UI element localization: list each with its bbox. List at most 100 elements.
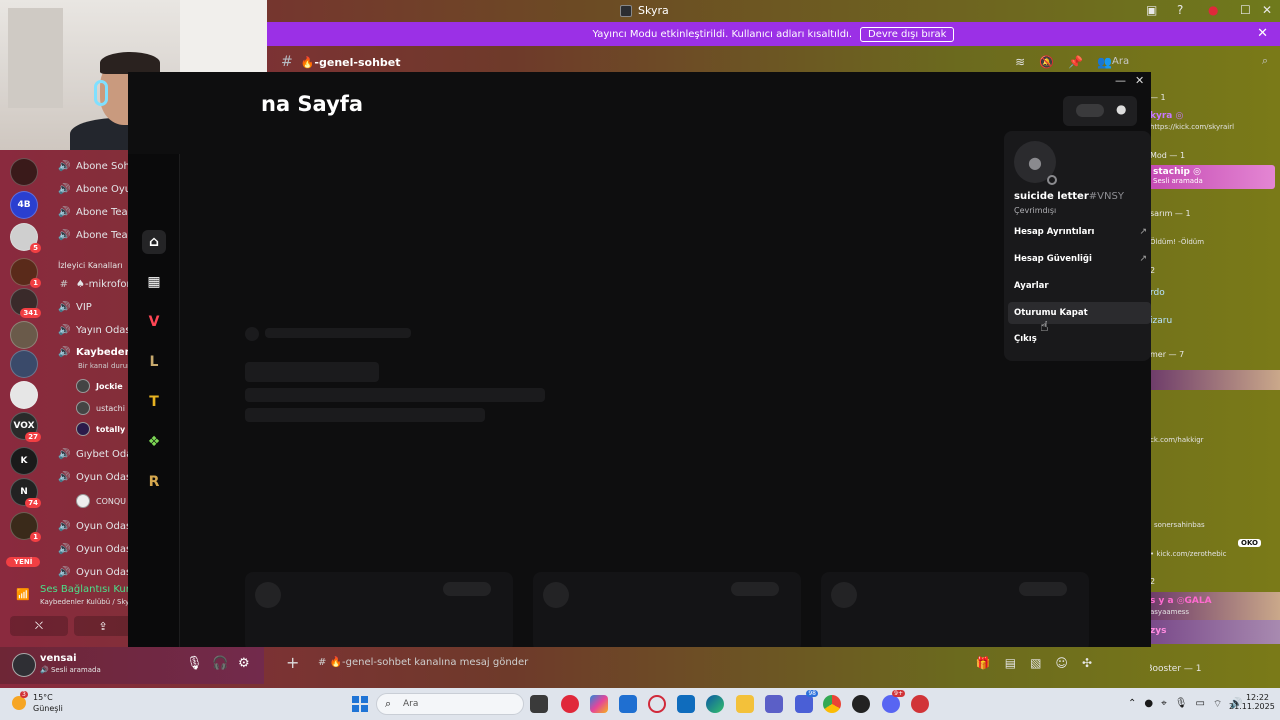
voice-user[interactable]: Jockie (76, 379, 123, 393)
server-icon[interactable] (10, 158, 38, 186)
pin-icon[interactable]: 📌 (1068, 55, 1083, 69)
headphones-icon[interactable]: 🎧 (212, 656, 228, 671)
github-icon[interactable] (852, 695, 870, 713)
voice-channel[interactable]: 🔊 Abone Tear (58, 207, 132, 218)
server-icon[interactable]: 4B (10, 191, 38, 219)
member-name[interactable]: rdo (1150, 288, 1165, 298)
screen-share-button[interactable]: ⇪ (74, 616, 132, 636)
maximize-button[interactable]: ☐ (1240, 3, 1251, 17)
server-icon[interactable] (10, 381, 38, 409)
close-button[interactable]: ✕ (1135, 74, 1144, 87)
new-badge[interactable]: YENİ (6, 557, 41, 567)
voice-channel[interactable]: 🔊 Yayın Odası (58, 325, 132, 336)
account-details-item[interactable]: Hesap Ayrıntıları ↗ (1008, 221, 1151, 243)
voice-channel[interactable]: 🔊 Abone Soh (58, 161, 130, 172)
exit-item[interactable]: Çıkış (1008, 328, 1151, 350)
server-icon[interactable] (10, 321, 38, 349)
disable-streamer-mode-button[interactable]: Devre dışı bırak (860, 26, 955, 42)
chrome-icon[interactable] (823, 695, 841, 713)
server-icon[interactable]: VOX 27 (10, 412, 41, 442)
username[interactable]: vensai (40, 653, 77, 664)
server-icon[interactable]: K (10, 447, 38, 475)
help-icon[interactable]: ? (1177, 3, 1183, 17)
voice-channel[interactable]: 🔊 Oyun Odası (58, 521, 132, 532)
settings-item[interactable]: Ayarlar (1008, 275, 1151, 297)
text-channel[interactable]: # ♠-mikrofon (58, 279, 132, 290)
account-toggle[interactable]: ● (1063, 96, 1137, 126)
avatar[interactable] (12, 653, 36, 677)
member-banner[interactable] (1150, 620, 1280, 644)
copilot-icon[interactable] (590, 695, 608, 713)
voice-user[interactable]: ustachi (76, 401, 125, 415)
member-name[interactable]: s y a ◎GALA (1150, 596, 1212, 606)
active-voice-channel[interactable]: 🔊Kaybedenle (58, 347, 132, 358)
minimize-button[interactable]: — (1115, 74, 1126, 87)
system-tray[interactable]: ⌃ ● ⌖ 🎙 ▭ ⌔ 🔊 (1128, 698, 1243, 711)
clock[interactable]: 12:22 21.11.2025 (1229, 693, 1275, 711)
task-view-icon[interactable] (530, 695, 548, 713)
outlook-icon[interactable] (677, 695, 695, 713)
edge-icon[interactable] (706, 695, 724, 713)
voice-channel[interactable]: 🔊 Abone Oyu (58, 184, 131, 195)
riot-icon[interactable]: R (142, 470, 166, 494)
file-explorer-icon[interactable] (736, 695, 754, 713)
chevron-up-icon[interactable]: ⌃ (1128, 698, 1136, 711)
tray-app-icon[interactable]: ● (1144, 698, 1153, 711)
voice-channel[interactable]: 🔊 VIP (58, 302, 92, 313)
voice-location[interactable]: Kaybedenler Kulübü / Sky (40, 598, 129, 606)
voice-channel[interactable]: 🔊 Oyun Odası (58, 544, 132, 555)
user-icon[interactable]: ● (1116, 102, 1126, 116)
camera-off-button[interactable]: ⛌ (10, 616, 68, 636)
message-input[interactable]: # 🔥-genel-sohbet kanalına mesaj gönder (318, 657, 528, 668)
member-name[interactable]: kyra ◎ (1150, 111, 1183, 121)
teams-work-icon[interactable]: 98 (795, 690, 818, 713)
mute-notifications-icon[interactable]: 🔕 (1039, 55, 1054, 69)
teams-icon[interactable] (765, 695, 783, 713)
gift-icon[interactable]: 🎁 (976, 656, 991, 670)
lor-icon[interactable]: ❖ (142, 430, 166, 454)
location-icon[interactable]: ⌖ (1161, 698, 1167, 711)
add-attachment-icon[interactable]: + (286, 653, 299, 672)
wifi-icon[interactable]: ⌔ (1213, 698, 1222, 711)
taskbar-search[interactable]: ⌕ Ara (376, 693, 524, 715)
search-input[interactable]: Ara ⌕ (1108, 54, 1268, 70)
grid-icon[interactable]: ▦ (142, 270, 166, 294)
skeleton-card[interactable] (245, 572, 513, 647)
notification-icon[interactable]: ● (1208, 3, 1218, 17)
opera-icon[interactable] (648, 695, 666, 713)
sticker-icon[interactable]: ▧ (1030, 656, 1041, 670)
microphone-icon[interactable]: 🎙 (186, 656, 203, 671)
voice-channel[interactable]: 🔊 Abone Tear (58, 230, 132, 241)
threads-icon[interactable]: ≋ (1015, 55, 1025, 69)
inbox-icon[interactable]: ▣ (1146, 3, 1157, 17)
home-icon[interactable]: ⌂ (142, 230, 166, 254)
skeleton-card[interactable] (533, 572, 801, 647)
discord-icon[interactable]: 9+ (882, 690, 905, 713)
skeleton-card[interactable] (821, 572, 1089, 647)
settings-gear-icon[interactable]: ⚙ (238, 656, 250, 671)
store-icon[interactable] (619, 695, 637, 713)
server-icon[interactable]: N 74 (10, 478, 41, 508)
gif-icon[interactable]: ▤ (1005, 656, 1016, 670)
account-security-item[interactable]: Hesap Güvenliği ↗ (1008, 248, 1151, 270)
mic-icon[interactable]: 🎙 (1175, 698, 1188, 711)
voice-channel[interactable]: 🔊 Gıybet Oda (58, 449, 132, 460)
voice-user[interactable]: CONQU (76, 494, 126, 508)
league-icon[interactable]: L (142, 350, 166, 374)
member-name[interactable]: zys (1150, 626, 1166, 636)
voice-channel[interactable]: 🔊 Oyun Odası (58, 567, 132, 578)
display-icon[interactable]: ▭ (1195, 698, 1204, 711)
member-name[interactable]: izaru (1150, 316, 1172, 326)
server-icon[interactable]: 341 (10, 288, 41, 318)
close-window-button[interactable]: ✕ (1262, 3, 1272, 17)
member-banner[interactable] (1150, 370, 1280, 390)
valorant-icon[interactable]: V (142, 310, 166, 334)
server-icon[interactable]: 5 (10, 223, 41, 253)
app-icon[interactable] (561, 695, 579, 713)
category-header[interactable]: İzleyici Kanalları (58, 261, 123, 270)
emoji-icon[interactable]: ☺ (1055, 656, 1068, 670)
message-composer[interactable]: + # 🔥-genel-sohbet kanalına mesaj gönder… (278, 650, 1100, 678)
voice-channel[interactable]: 🔊 Oyun Odası (58, 472, 132, 483)
tft-icon[interactable]: T (142, 390, 166, 414)
server-icon[interactable]: 1 (10, 258, 41, 288)
